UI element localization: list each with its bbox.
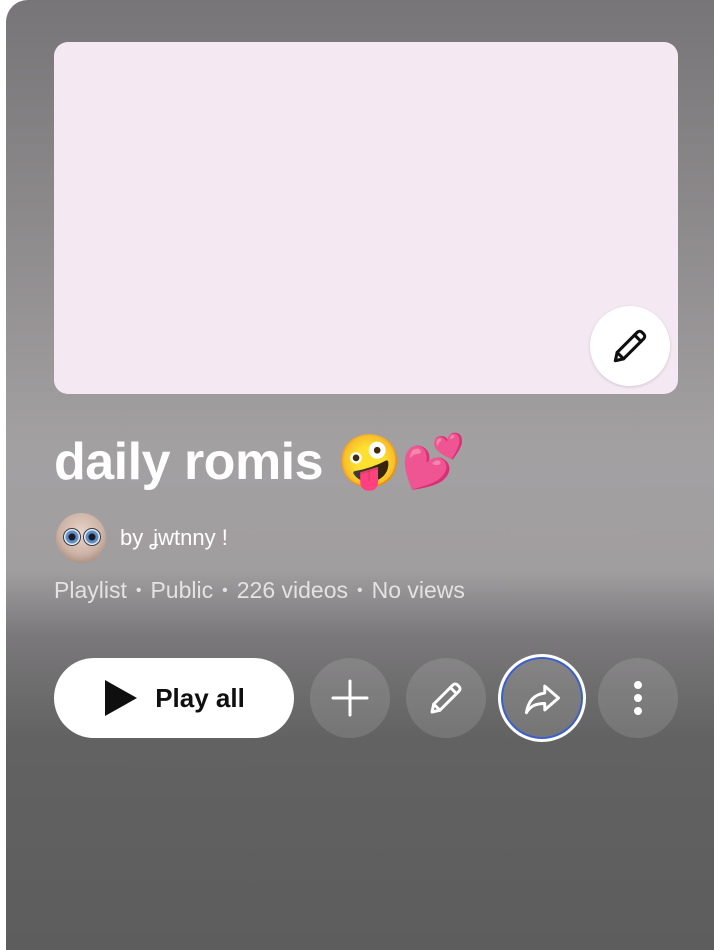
owner-name[interactable]: by ʝwtnny !: [120, 525, 228, 551]
more-options-button[interactable]: [598, 658, 678, 738]
owner-handle: ʝwtnny !: [149, 525, 228, 550]
owner-prefix: by: [120, 525, 144, 550]
separator-dot: •: [135, 581, 142, 599]
separator-dot: •: [356, 581, 363, 599]
separator-dot: •: [222, 581, 228, 599]
meta-views: No views: [371, 577, 465, 603]
play-all-button[interactable]: Play all: [54, 658, 294, 738]
pencil-icon: [430, 682, 462, 714]
playlist-thumbnail[interactable]: [54, 42, 678, 394]
playlist-owner[interactable]: by ʝwtnny !: [56, 513, 228, 563]
share-button[interactable]: [498, 654, 586, 742]
edit-thumbnail-button[interactable]: [590, 306, 670, 386]
playlist-title: daily romis 🤪💕: [54, 433, 466, 491]
share-icon: [524, 684, 560, 715]
playlist-header: daily romis 🤪💕 by ʝwtnny ! Playlist • Pu…: [6, 0, 714, 950]
pencil-icon: [613, 329, 647, 363]
more-vertical-icon: [634, 681, 642, 715]
meta-video-count: 226 videos: [236, 577, 348, 603]
avatar[interactable]: [56, 513, 106, 563]
play-all-label: Play all: [155, 682, 245, 713]
meta-type: Playlist: [54, 577, 127, 603]
add-to-playlist-button[interactable]: [310, 658, 390, 738]
plus-icon: [331, 679, 369, 717]
playlist-meta: Playlist • Public • 226 videos • No view…: [54, 577, 465, 604]
play-icon: [105, 680, 138, 716]
meta-privacy: Public: [150, 577, 214, 603]
edit-playlist-button[interactable]: [406, 658, 486, 738]
